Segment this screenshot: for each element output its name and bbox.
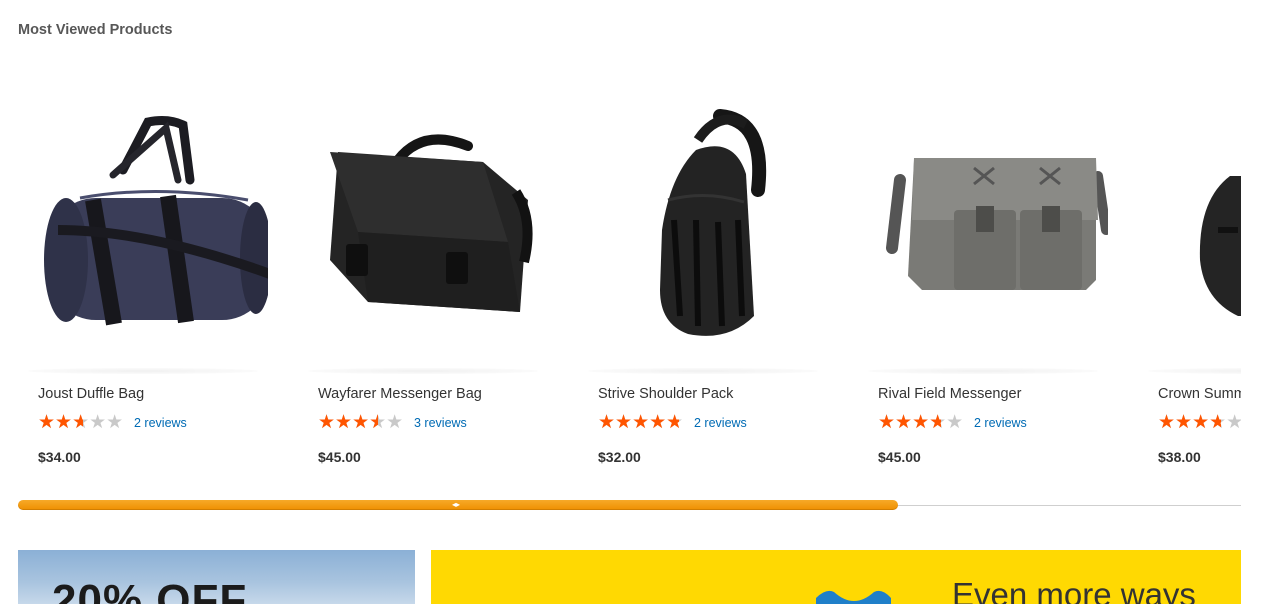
rating-stars: ★★★★★ ★★★★★ [878,412,964,433]
promo-banner-ways[interactable]: Even more ways [431,550,1241,604]
messenger-bag-icon [330,134,533,312]
product-image-messenger-bag[interactable] [298,80,548,380]
product-rating: ★★★★★ ★★★★★ 2 reviews [878,413,1027,433]
product-price: $34.00 [38,449,81,465]
sling-pack-icon [660,109,767,336]
rating-fill: ★★★★★ [878,414,941,432]
reviews-link[interactable]: 3 reviews [414,416,467,430]
tank-top-icon [816,590,891,604]
reviews-link[interactable]: 2 reviews [974,416,1027,430]
rating-stars: ★★★★★ ★★★★★ [598,412,684,433]
promo-headline: 20% OFF [52,576,248,604]
rating-fill: ★★★★★ [598,414,679,432]
section-title: Most Viewed Products [18,22,173,38]
drag-handle-icon: ◂▸ [452,500,461,509]
product-rating: ★★★★★ ★★★★★ 2 reviews [38,413,187,433]
product-price: $32.00 [598,449,641,465]
rating-fill: ★★★★★ [38,414,83,432]
rating-fill: ★★★★★ [318,414,379,432]
carousel-scroll-thumb[interactable]: ◂▸ [18,500,898,510]
rating-fill: ★★★★★ [1158,414,1221,432]
promo-banner-discount[interactable]: 20% OFF [18,550,415,604]
product-name[interactable]: Crown Summ [1158,386,1241,402]
product-name[interactable]: Wayfarer Messenger Bag [318,386,482,402]
field-messenger-icon [886,158,1111,290]
product-name[interactable]: Joust Duffle Bag [38,386,144,402]
product-price: $45.00 [318,449,361,465]
promo-headline: Even more ways [952,576,1196,604]
rating-stars: ★★★★★ ★★★★★ [38,412,124,433]
product-card[interactable]: Strive Shoulder Pack ★★★★★ ★★★★★ 2 revie… [578,80,828,480]
product-card[interactable]: Rival Field Messenger ★★★★★ ★★★★★ 2 revi… [858,80,1111,480]
product-rating: ★★★★★ ★★★★★ 3 reviews [318,413,467,433]
product-price: $38.00 [1158,449,1201,465]
product-name[interactable]: Rival Field Messenger [878,386,1021,402]
product-image-backpack[interactable] [1138,80,1241,380]
product-carousel[interactable]: Joust Duffle Bag ★★★★★ ★★★★★ 2 reviews $… [18,80,1241,480]
product-card[interactable]: Joust Duffle Bag ★★★★★ ★★★★★ 2 reviews $… [18,80,272,480]
product-rating: ★★★★★ ★★★★★ 2 reviews [598,413,747,433]
product-price: $45.00 [878,449,921,465]
product-image-duffle-bag[interactable] [18,80,272,380]
product-image-field-messenger[interactable] [858,80,1111,380]
product-card[interactable]: Crown Summ ★★★★★ ★★★★★ $38.00 [1138,80,1241,480]
product-name[interactable]: Strive Shoulder Pack [598,386,733,402]
product-image-sling-pack[interactable] [578,80,828,380]
reviews-link[interactable]: 2 reviews [134,416,187,430]
reviews-link[interactable]: 2 reviews [694,416,747,430]
duffle-bag-icon [44,116,272,326]
backpack-icon [1199,176,1241,316]
rating-stars: ★★★★★ ★★★★★ [318,412,404,433]
product-rating: ★★★★★ ★★★★★ [1158,413,1241,433]
rating-stars: ★★★★★ ★★★★★ [1158,412,1241,433]
product-card[interactable]: Wayfarer Messenger Bag ★★★★★ ★★★★★ 3 rev… [298,80,548,480]
